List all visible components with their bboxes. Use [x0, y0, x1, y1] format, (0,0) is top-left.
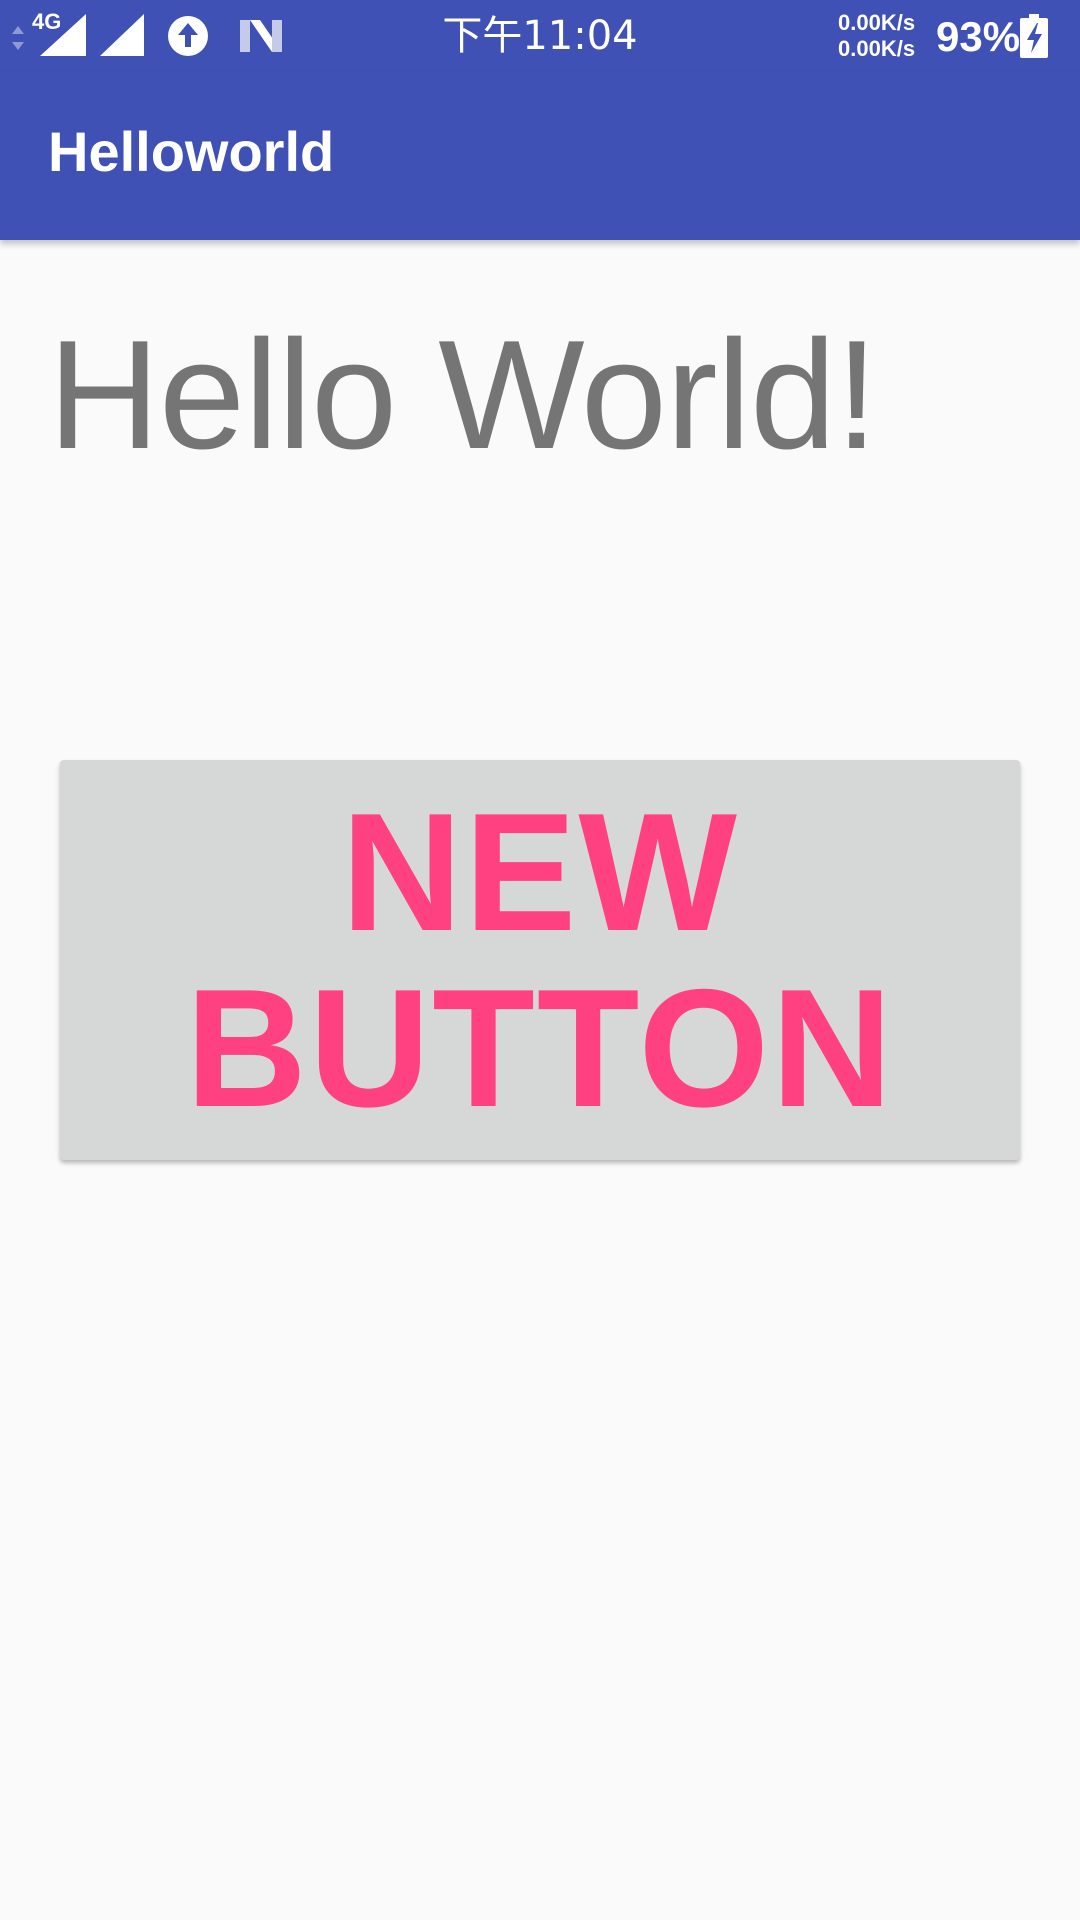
- network-speed: 0.00K/s 0.00K/s: [838, 10, 915, 62]
- status-bar: 4G 下午11:04 0.00K/s 0.00K/s 93%: [0, 0, 1080, 72]
- app-bar: Helloworld: [0, 72, 1080, 240]
- upload-speed: 0.00K/s: [838, 10, 916, 35]
- new-button[interactable]: NEW BUTTON: [60, 760, 1020, 1160]
- battery-charging-icon: [1020, 14, 1048, 58]
- hello-world-text: Hello World!: [48, 308, 878, 481]
- app-title: Helloworld: [48, 120, 335, 183]
- battery-percent: 93%: [936, 13, 1021, 60]
- status-time: 下午11:04: [442, 13, 638, 59]
- new-button-label: NEW BUTTON: [185, 778, 895, 1142]
- download-speed: 0.00K/s: [838, 36, 916, 61]
